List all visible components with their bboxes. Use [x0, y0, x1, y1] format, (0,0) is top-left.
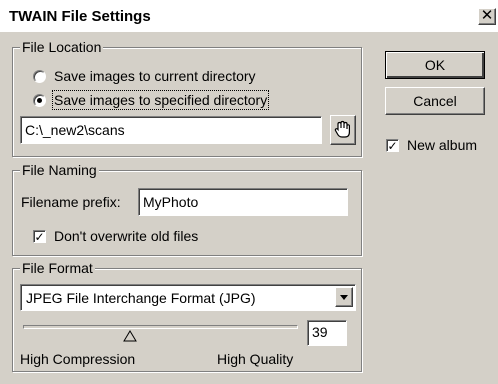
file-naming-legend: File Naming — [20, 162, 99, 178]
chevron-down-icon[interactable] — [335, 287, 353, 307]
close-icon: ✕ — [480, 7, 494, 24]
quality-value-field[interactable]: 39 — [307, 320, 347, 346]
file-format-legend: File Format — [20, 260, 95, 276]
radio-save-current-indicator[interactable] — [33, 69, 46, 83]
quality-slider-track — [23, 325, 298, 329]
filename-prefix-field[interactable]: MyPhoto — [138, 188, 348, 216]
file-format-selected: JPEG File Interchange Format (JPG) — [26, 290, 256, 306]
hand-pointer-icon — [334, 120, 350, 138]
ok-button-label: OK — [424, 57, 446, 73]
filename-prefix-label: Filename prefix: — [21, 194, 121, 210]
quality-value: 39 — [312, 324, 328, 340]
close-button[interactable]: ✕ — [478, 8, 496, 25]
cancel-button-label: Cancel — [413, 93, 457, 109]
file-location-legend: File Location — [20, 39, 104, 55]
file-location-group: File Location Save images to current dir… — [12, 39, 362, 157]
new-album-label: New album — [407, 137, 478, 153]
filename-prefix-value: MyPhoto — [143, 194, 199, 210]
directory-value: C:\_new2\scans — [25, 122, 125, 138]
new-album-checkbox[interactable]: ✓ — [386, 138, 399, 152]
overwrite-checkbox[interactable]: ✓ — [33, 229, 46, 243]
radio-save-specified-label: Save images to specified directory — [51, 90, 270, 110]
ok-button[interactable]: OK — [385, 51, 485, 79]
window-title: TWAIN File Settings — [9, 8, 151, 25]
radio-save-current[interactable]: Save images to current directory — [33, 67, 256, 85]
radio-save-current-label: Save images to current directory — [54, 68, 256, 84]
new-album-checkbox-row[interactable]: ✓ New album — [386, 136, 477, 154]
file-naming-group: File Naming Filename prefix: MyPhoto ✓ D… — [12, 162, 362, 256]
high-quality-label: High Quality — [217, 351, 294, 367]
twain-file-settings-dialog: TWAIN File Settings ✕ File Location Save… — [0, 0, 498, 384]
radio-save-specified[interactable]: Save images to specified directory — [33, 90, 270, 110]
file-format-select[interactable]: JPEG File Interchange Format (JPG) — [20, 284, 356, 311]
file-format-group: File Format JPEG File Interchange Format… — [12, 260, 362, 372]
overwrite-checkbox-row[interactable]: ✓ Don't overwrite old files — [33, 227, 198, 245]
quality-slider[interactable] — [23, 319, 298, 343]
overwrite-label: Don't overwrite old files — [54, 228, 199, 244]
cancel-button[interactable]: Cancel — [385, 87, 485, 115]
high-compression-label: High Compression — [20, 351, 136, 367]
title-bar: TWAIN File Settings ✕ — [0, 0, 498, 32]
directory-field[interactable]: C:\_new2\scans — [20, 116, 322, 144]
radio-save-specified-indicator[interactable] — [33, 93, 46, 107]
browse-directory-button[interactable] — [330, 115, 356, 145]
quality-slider-thumb[interactable] — [123, 330, 138, 342]
